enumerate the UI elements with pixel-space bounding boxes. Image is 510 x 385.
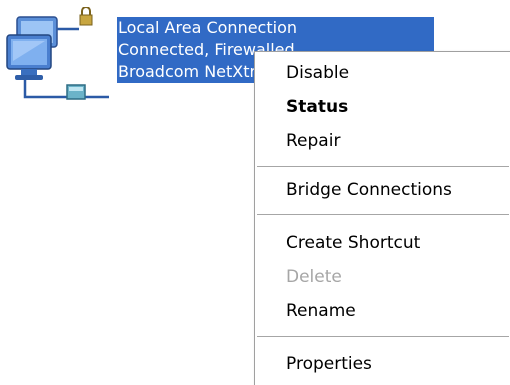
menu-separator <box>257 166 509 167</box>
network-connection-icon <box>6 7 109 100</box>
menu-item-bridge-connections[interactable]: Bridge Connections <box>255 173 509 207</box>
menu-item-disable[interactable]: Disable <box>255 56 509 90</box>
menu-separator <box>257 214 509 215</box>
connection-name: Local Area Connection <box>117 17 434 39</box>
menu-item-repair[interactable]: Repair <box>255 124 509 158</box>
connection-device: Broadcom NetXtreme Gigabit Ethernet <box>117 61 428 83</box>
context-menu: Disable Status Repair Bridge Connections… <box>254 51 510 385</box>
menu-item-rename[interactable]: Rename <box>255 294 509 328</box>
desktop-area: Local Area Connection Connected, Firewal… <box>0 0 510 385</box>
menu-item-status[interactable]: Status <box>255 90 509 124</box>
menu-item-create-shortcut[interactable]: Create Shortcut <box>255 226 509 260</box>
menu-item-delete: Delete <box>286 267 342 287</box>
menu-separator <box>257 336 509 337</box>
menu-item-properties[interactable]: Properties <box>255 347 509 381</box>
